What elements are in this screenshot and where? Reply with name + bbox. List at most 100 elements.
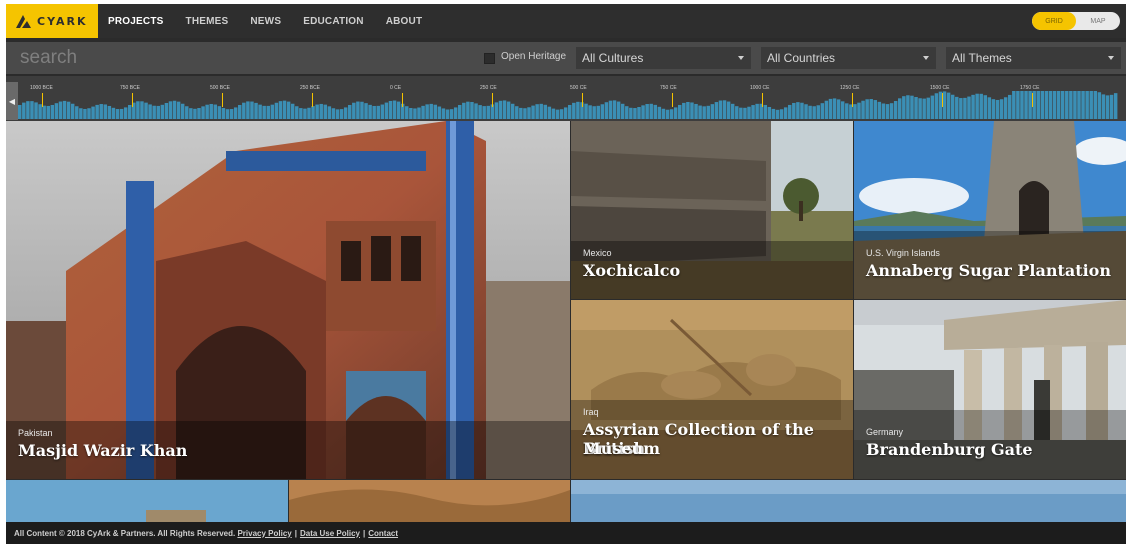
timeline-bar: [1048, 91, 1053, 119]
timeline-bar: [274, 102, 279, 119]
timeline-bar: [413, 108, 417, 119]
timeline-bar: [34, 102, 38, 119]
nav-themes[interactable]: THEMES: [186, 16, 229, 27]
footer-copyright: All Content © 2018 CyArk & Partners. All…: [14, 528, 236, 538]
timeline-histogram[interactable]: 1000 BCE 750 BCE 500 BCE 250 BCE 0 CE 250 CE 5…: [18, 76, 1118, 121]
timeline-bar: [963, 97, 967, 119]
timeline-bar: [70, 103, 75, 119]
project-tile-brandenburg-gate[interactable]: Germany Brandenburg Gate: [854, 300, 1126, 479]
timeline-bar: [625, 106, 629, 119]
timeline-bar: [128, 104, 132, 119]
timeline-bar: [376, 105, 380, 119]
timeline-tick-mark: [942, 93, 943, 107]
timeline-bar: [42, 105, 46, 119]
project-country: U.S. Virgin Islands: [866, 248, 940, 258]
timeline-bar: [1008, 94, 1012, 119]
project-tile-annaberg[interactable]: U.S. Virgin Islands Annaberg Sugar Plant…: [854, 121, 1126, 299]
timeline-bar: [743, 107, 747, 119]
timeline-bar: [551, 108, 556, 119]
timeline-bar: [543, 104, 548, 119]
timeline-bar: [767, 106, 772, 119]
project-country: Mexico: [583, 248, 612, 258]
nav-about[interactable]: ABOUT: [386, 16, 423, 27]
project-country: Germany: [866, 427, 904, 437]
timeline-bar: [156, 105, 160, 119]
timeline-bar: [714, 102, 719, 119]
timeline-bar: [303, 108, 307, 119]
themes-select[interactable]: All Themes: [946, 47, 1121, 69]
timeline-tick-mark: [672, 93, 673, 107]
grid-view-button[interactable]: GRID: [1032, 12, 1076, 30]
timeline-tick-mark: [762, 93, 763, 107]
project-tile-partial[interactable]: [289, 480, 570, 522]
timeline-bar: [258, 104, 262, 119]
timeline-bar: [144, 102, 148, 119]
timeline-bar: [176, 101, 181, 119]
timeline-bar: [527, 107, 531, 119]
search-input[interactable]: [20, 46, 320, 70]
timeline-bar: [804, 104, 808, 119]
timeline-bar: [1093, 91, 1098, 119]
brand-logo[interactable]: CYARK: [6, 4, 98, 38]
open-heritage-checkbox[interactable]: [484, 53, 495, 64]
timeline-bar: [706, 105, 710, 119]
cultures-select[interactable]: All Cultures: [576, 47, 751, 69]
timeline-bar: [1085, 91, 1089, 119]
timeline-bar: [111, 107, 116, 119]
timeline-bar: [1069, 91, 1073, 119]
timeline-bar: [898, 98, 902, 119]
footer: All Content © 2018 CyArk & Partners. All…: [6, 522, 1126, 544]
timeline-bar: [364, 103, 368, 119]
timeline-tick-mark: [132, 93, 133, 107]
nav-news[interactable]: NEWS: [250, 16, 281, 27]
project-tile-assyrian-collection[interactable]: Iraq Assyrian Collection of the British …: [571, 300, 853, 479]
project-tile-partial[interactable]: [571, 480, 1126, 522]
timeline-bar: [1052, 91, 1057, 119]
project-image-partial: [6, 480, 288, 522]
timeline-bar: [694, 103, 698, 119]
timeline-tick-label: 1750 CE: [1020, 85, 1040, 91]
timeline-bar: [979, 93, 983, 119]
project-tile-masjid-wazir-khan[interactable]: Pakistan Masjid Wazir Khan: [6, 121, 570, 479]
timeline-bar: [66, 101, 71, 119]
timeline-bar: [331, 108, 336, 119]
timeline-bar: [910, 95, 914, 119]
timeline-bar: [596, 105, 600, 119]
timeline-bar: [673, 107, 678, 119]
timeline-bar: [657, 106, 662, 119]
timeline-bar: [987, 97, 992, 119]
map-view-button[interactable]: MAP: [1076, 12, 1120, 30]
timeline-bar: [889, 103, 894, 119]
timeline-bar: [1020, 91, 1024, 119]
timeline-bar: [1101, 94, 1106, 119]
privacy-policy-link[interactable]: Privacy Policy: [237, 529, 291, 538]
nav-projects[interactable]: PROJECTS: [108, 16, 164, 27]
countries-select[interactable]: All Countries: [761, 47, 936, 69]
project-tile-partial[interactable]: [6, 480, 288, 522]
timeline-bar: [433, 104, 438, 119]
project-image-partial: [571, 480, 1126, 522]
contact-link[interactable]: Contact: [368, 529, 398, 538]
timeline-bar: [812, 106, 816, 119]
timeline-bar: [523, 108, 527, 119]
project-title: Brandenburg Gate: [866, 440, 1033, 459]
nav-education[interactable]: EDUCATION: [303, 16, 364, 27]
timeline-bar: [959, 98, 963, 119]
timeline-bar: [405, 106, 409, 119]
project-tile-xochicalco[interactable]: Mexico Xochicalco: [571, 121, 853, 299]
timeline-bar: [1044, 91, 1049, 119]
timeline-bar: [934, 93, 939, 119]
timeline-bar: [816, 105, 820, 119]
timeline-bar: [914, 96, 918, 119]
timeline-left-arrow-icon[interactable]: ◀: [6, 82, 18, 120]
timeline-bar: [79, 108, 83, 119]
timeline-bar: [478, 105, 482, 119]
timeline-bar: [262, 105, 266, 119]
timeline-bar: [955, 96, 959, 119]
timeline[interactable]: ◀ 1000 BCE 750 BCE 500 BCE 250 BCE 0 CE 250 C…: [6, 76, 1126, 121]
timeline-bar: [26, 101, 30, 119]
data-use-policy-link[interactable]: Data Use Policy: [300, 529, 360, 538]
timeline-bar: [702, 106, 706, 119]
timeline-bar: [278, 101, 283, 119]
timeline-bar: [971, 94, 975, 119]
